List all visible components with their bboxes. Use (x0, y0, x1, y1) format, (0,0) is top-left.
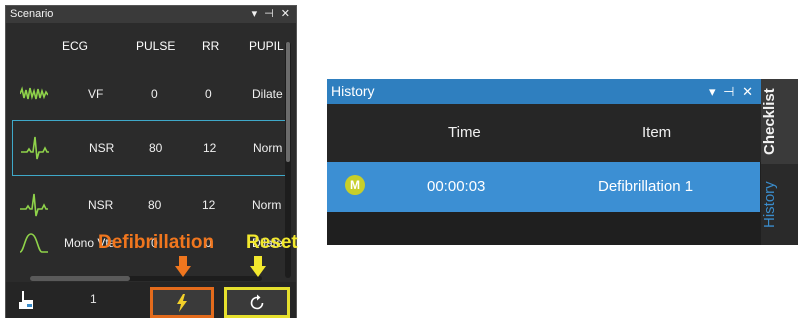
history-time-value: 00:00:03 (427, 178, 486, 195)
pulse-value: 80 (148, 198, 162, 212)
reset-button[interactable] (224, 287, 290, 318)
scenario-column-headers: ECG PULSE RR PUPIL (6, 25, 286, 65)
column-rr[interactable]: RR (202, 39, 219, 53)
scenario-window-controls[interactable]: ▾ ⊣ ✕ (252, 6, 292, 23)
rr-value: 12 (202, 198, 216, 212)
reset-callout: Reset (246, 232, 298, 253)
column-time[interactable]: Time (448, 124, 481, 141)
column-pulse[interactable]: PULSE (136, 39, 175, 53)
column-pupil[interactable]: PUPIL (249, 39, 284, 53)
defibrillation-button[interactable] (150, 287, 214, 318)
rr-value: 0 (205, 87, 212, 101)
history-panel: History ▾ ⊣ ✕ Time Item M 00:00:03 Defib… (327, 79, 761, 245)
history-window-controls[interactable]: ▾ ⊣ ✕ (709, 79, 755, 104)
scenario-footer: 1 (6, 282, 296, 318)
scenario-row[interactable]: VF 0 0 Dilate (6, 66, 291, 122)
rr-value: 12 (203, 141, 217, 155)
reset-icon (250, 294, 264, 309)
lightning-icon (177, 293, 187, 312)
pulse-value: 0 (151, 87, 158, 101)
defibrillation-callout: Defibrillation (98, 232, 215, 253)
tab-history[interactable]: History (761, 164, 798, 245)
pupil-value: Norm (252, 198, 282, 212)
nsr-waveform-icon (20, 193, 48, 217)
ecg-value: NSR (88, 198, 114, 212)
counter-value: 1 (90, 292, 97, 306)
history-title: History (327, 79, 761, 104)
tab-checklist[interactable]: Checklist (761, 79, 798, 164)
pulse-value: 80 (149, 141, 163, 155)
reset-arrow-icon (250, 256, 266, 277)
ecg-value: VF (88, 87, 104, 101)
defibrillation-arrow-icon (175, 256, 191, 277)
ecg-value: NSR (89, 141, 115, 155)
history-column-headers: Time Item (327, 104, 761, 162)
manual-badge: M (345, 175, 365, 195)
vf-waveform-icon (20, 86, 48, 100)
column-item[interactable]: Item (642, 124, 671, 141)
mono-vt-waveform-icon (20, 233, 48, 253)
horizontal-scroll-thumb[interactable] (30, 276, 130, 281)
pupil-value: Dilate (252, 87, 283, 101)
history-item-value: Defibrillation 1 (598, 178, 694, 195)
vertical-scroll-thumb[interactable] (286, 42, 290, 162)
hand-pointer-icon[interactable] (15, 289, 37, 311)
history-row[interactable]: M 00:00:03 Defibrillation 1 (327, 162, 760, 212)
scenario-row-selected[interactable]: NSR 80 12 Norm (12, 120, 286, 176)
nsr-waveform-icon (21, 136, 49, 160)
pupil-value: Norm (253, 141, 283, 155)
column-ecg[interactable]: ECG (62, 39, 88, 53)
horizontal-scrollbar[interactable] (30, 276, 262, 281)
side-tab-strip: Checklist History (761, 79, 798, 245)
